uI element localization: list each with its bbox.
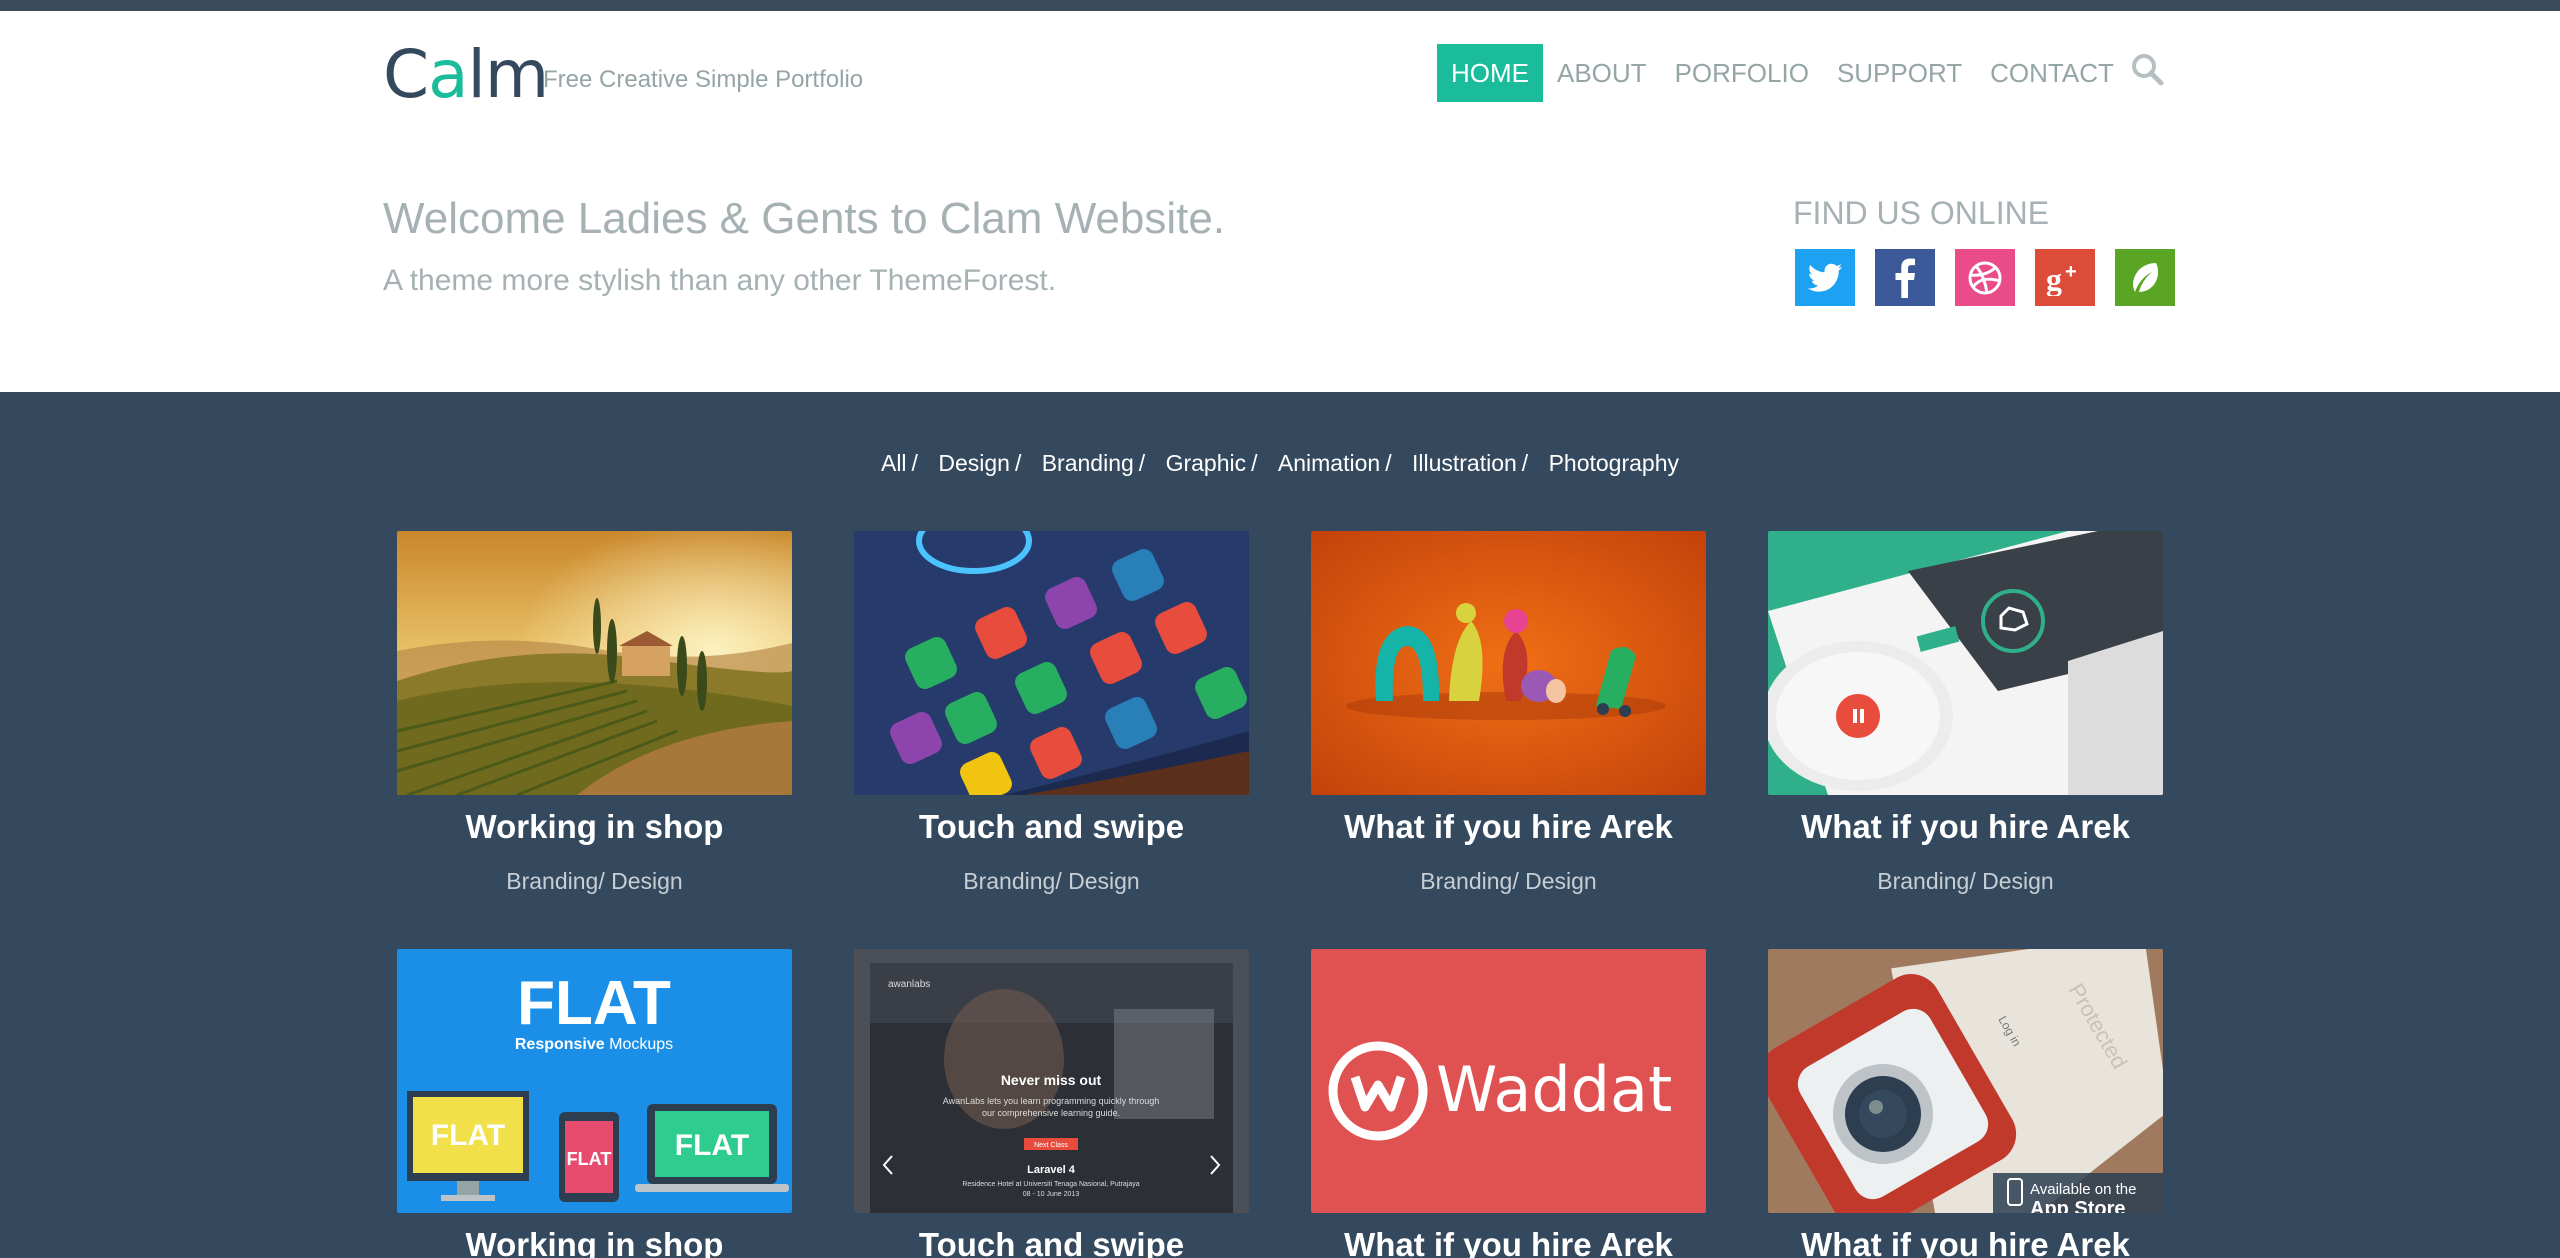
- flat-subheading-text: Responsive Mockups: [515, 1036, 673, 1053]
- slider-event-date: 08 - 10 June 2013: [1023, 1191, 1080, 1198]
- slider-heading-text: Never miss out: [1001, 1072, 1102, 1088]
- portfolio-card[interactable]: Touch and swipe Branding/ Design: [854, 531, 1249, 894]
- card-title[interactable]: Touch and swipe: [854, 1226, 1249, 1258]
- flat-mockups-image[interactable]: FLAT Responsive Mockups FLAT FLAT FLAT: [397, 949, 792, 1213]
- camera-app-image[interactable]: Protected Log in Available on the App St…: [1768, 949, 2163, 1213]
- nav-about[interactable]: ABOUT: [1543, 44, 1661, 102]
- card-title[interactable]: What if you hire Arek: [1311, 1226, 1706, 1258]
- filter-separator: /: [1521, 450, 1529, 476]
- evernote-icon[interactable]: [2115, 249, 2175, 306]
- card-title[interactable]: Touch and swipe: [854, 808, 1249, 846]
- filter-separator: /: [1014, 450, 1022, 476]
- svg-text:g: g: [2046, 261, 2062, 296]
- filter-separator: /: [1251, 450, 1258, 476]
- portfolio-card[interactable]: FLAT Responsive Mockups FLAT FLAT FLAT W…: [397, 949, 792, 1258]
- logo-text: C: [383, 36, 429, 113]
- nav-contact[interactable]: CONTACT: [1976, 44, 2128, 102]
- filter-all[interactable]: All: [881, 450, 907, 476]
- nav-support[interactable]: SUPPORT: [1823, 44, 1976, 102]
- search-icon[interactable]: [2128, 50, 2168, 90]
- svg-text:+: +: [2065, 261, 2077, 283]
- filter-branding[interactable]: Branding: [1042, 450, 1134, 476]
- nav-home[interactable]: HOME: [1437, 44, 1543, 102]
- card-category: Branding/ Design: [1877, 868, 2054, 894]
- portfolio-card[interactable]: Protected Log in Available on the App St…: [1768, 949, 2163, 1258]
- phone-app-icons-image[interactable]: [854, 531, 1249, 795]
- filter-photography[interactable]: Photography: [1549, 450, 1679, 476]
- nav-portfolio[interactable]: PORFOLIO: [1661, 44, 1823, 102]
- slider-brand-text: awanlabs: [888, 979, 930, 990]
- card-title[interactable]: Working in shop: [397, 1226, 792, 1258]
- main-nav: HOME ABOUT PORFOLIO SUPPORT CONTACT: [1437, 44, 2128, 102]
- filter-animation[interactable]: Animation: [1278, 450, 1380, 476]
- filter-graphic[interactable]: Graphic: [1166, 450, 1247, 476]
- logo-accent-letter: a: [428, 36, 468, 113]
- waddat-wordmark: Waddat: [1436, 1053, 1672, 1126]
- portfolio-card[interactable]: What if you hire Arek Branding/ Design: [1311, 531, 1706, 894]
- filter-separator: /: [1385, 450, 1392, 476]
- card-title[interactable]: What if you hire Arek: [1768, 1226, 2163, 1258]
- card-category: Branding/ Design: [506, 868, 683, 894]
- vineyard-landscape-image[interactable]: [397, 531, 792, 795]
- app-store-badge-label: App Store: [2030, 1198, 2126, 1213]
- phone-app-ui-image[interactable]: [1768, 531, 2163, 795]
- flat-screen-text: FLAT: [567, 1149, 612, 1169]
- flat-screen-text: FLAT: [675, 1129, 749, 1162]
- find-us-title: FIND US ONLINE: [1793, 195, 2050, 231]
- filter-separator: /: [1138, 450, 1146, 476]
- filter-separator: /: [911, 450, 918, 476]
- slider-body-text: our comprehensive learning guide.: [982, 1108, 1120, 1118]
- flat-heading-text: FLAT: [517, 969, 671, 1038]
- card-category: Branding/ Design: [963, 868, 1140, 894]
- slider-event-title: Laravel 4: [1027, 1164, 1076, 1176]
- card-title[interactable]: Working in shop: [397, 808, 792, 846]
- portfolio-card[interactable]: Waddat What if you hire Arek: [1311, 949, 1706, 1258]
- portfolio-card[interactable]: What if you hire Arek Branding/ Design: [1768, 531, 2163, 894]
- filter-design[interactable]: Design: [938, 450, 1010, 476]
- site-tagline: Free Creative Simple Portfolio: [543, 66, 864, 93]
- flat-screen-text: FLAT: [431, 1119, 505, 1152]
- card-title[interactable]: What if you hire Arek: [1311, 808, 1706, 846]
- twitter-icon[interactable]: [1795, 249, 1855, 306]
- slider-event-venue: Residence Hotel at Universiti Tenaga Nas…: [962, 1181, 1139, 1188]
- google-plus-icon[interactable]: g +: [2035, 249, 2095, 306]
- top-accent-bar: [0, 0, 2560, 11]
- portfolio-card[interactable]: awanlabs Never miss out AwanLabs lets yo…: [854, 949, 1249, 1258]
- logo-text: lm: [467, 36, 550, 113]
- card-title[interactable]: What if you hire Arek: [1768, 808, 2163, 846]
- site-logo[interactable]: Calm: [383, 36, 550, 114]
- portfolio-card[interactable]: Working in shop Branding/ Design: [397, 531, 792, 894]
- welcome-headline: Welcome Ladies & Gents to Clam Website.: [383, 194, 1226, 243]
- card-category: Branding/ Design: [1420, 868, 1597, 894]
- website-slider-image[interactable]: awanlabs Never miss out AwanLabs lets yo…: [854, 949, 1249, 1213]
- facebook-icon[interactable]: [1875, 249, 1935, 306]
- clay-letters-image[interactable]: [1311, 531, 1706, 795]
- slider-body-text: AwanLabs lets you learn programming quic…: [943, 1096, 1159, 1106]
- welcome-subheadline: A theme more stylish than any other Them…: [383, 264, 1057, 297]
- waddat-logo-image[interactable]: Waddat: [1311, 949, 1706, 1213]
- filter-illustration[interactable]: Illustration: [1412, 450, 1517, 476]
- portfolio-filters: All / Design / Branding / Graphic / Animatio…: [0, 450, 2560, 477]
- slider-next-class-button: Next Class: [1034, 1142, 1068, 1149]
- dribbble-icon[interactable]: [1955, 249, 2015, 306]
- app-store-badge-text: Available on the: [2030, 1181, 2136, 1198]
